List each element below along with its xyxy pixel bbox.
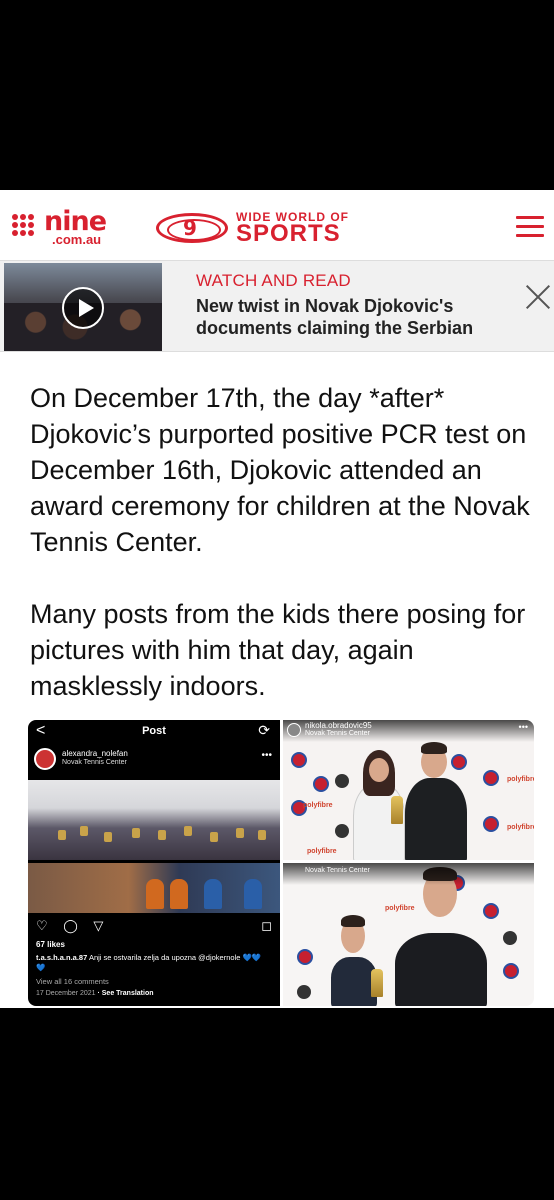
post-date: 17 December 2021 <box>36 990 96 997</box>
bookmark-icon: ◻ <box>261 918 272 933</box>
photo-top-header: nikola.obradovic95 Novak Tennis Center •… <box>283 720 534 742</box>
nine-logo-subtext: .com.au <box>52 232 102 247</box>
photo-boy-with-djokovic: polyfibre Novak Tennis Center <box>283 863 534 1006</box>
article-page: nine .com.au 9 WIDE WORLD OF SPORTS WATC… <box>0 190 554 1008</box>
more-options-icon: ••• <box>518 722 528 732</box>
view-comments: View all 16 comments <box>36 977 109 986</box>
site-header: nine .com.au 9 WIDE WORLD OF SPORTS <box>0 190 554 260</box>
see-translation: · See Translation <box>95 990 154 997</box>
post-action-icons: ♡ ◯ ▽ <box>36 918 110 933</box>
play-icon[interactable] <box>62 287 104 329</box>
tweet-paragraph-1: On December 17th, the day *after* Djokov… <box>30 383 530 557</box>
banner-label: WATCH AND READ <box>196 271 351 290</box>
tweet-paragraph-2: Many posts from the kids there posing fo… <box>30 599 526 701</box>
avatar <box>287 723 301 737</box>
wide-world-of-sports-logo[interactable]: 9 WIDE WORLD OF SPORTS <box>156 210 376 247</box>
post-caption: t.a.s.h.a.n.a.87 Anji se ostvarila zelja… <box>36 953 266 973</box>
image-collage[interactable]: < Post ⟳ alexandra_nolefan Novak Tennis … <box>28 720 534 1006</box>
avatar <box>34 748 56 770</box>
photo-top-username: nikola.obradovic95 <box>305 721 372 730</box>
nine-logo[interactable]: nine .com.au <box>12 206 112 247</box>
group-photo <box>28 780 280 860</box>
banner-headline[interactable]: New twist in Novak Djokovic's documents … <box>196 295 516 339</box>
instagram-post-screenshot: < Post ⟳ alexandra_nolefan Novak Tennis … <box>28 720 280 1006</box>
photo-bottom-header: Novak Tennis Center <box>283 863 534 885</box>
photo-girl-with-djokovic: polyfibre polyfibre polyfibre polyfibre … <box>283 720 534 860</box>
refresh-icon: ⟳ <box>258 722 270 738</box>
nine-dots-icon <box>12 214 42 240</box>
watch-and-read-banner[interactable]: WATCH AND READ New twist in Novak Djokov… <box>0 260 554 352</box>
post-date-line: 17 December 2021 · See Translation <box>36 990 154 997</box>
caption-username: t.a.s.h.a.n.a.87 <box>36 953 88 962</box>
instagram-location: Novak Tennis Center <box>62 759 127 766</box>
video-thumbnail[interactable] <box>4 263 162 351</box>
photo-bottom-location: Novak Tennis Center <box>305 867 370 874</box>
instagram-post-title: Post <box>142 725 166 737</box>
hamburger-menu-icon[interactable] <box>516 216 544 238</box>
instagram-top-bar: < Post ⟳ <box>28 720 280 742</box>
instagram-username: alexandra_nolefan <box>62 749 128 758</box>
more-options-icon: ••• <box>261 750 272 761</box>
photo-top-location: Novak Tennis Center <box>305 730 370 737</box>
close-icon[interactable] <box>524 281 552 311</box>
shoes-photo <box>28 863 280 913</box>
wwos-bottom-text: SPORTS <box>236 220 341 247</box>
like-count: 67 likes <box>36 940 65 949</box>
wwos-oval-icon: 9 <box>156 213 228 243</box>
